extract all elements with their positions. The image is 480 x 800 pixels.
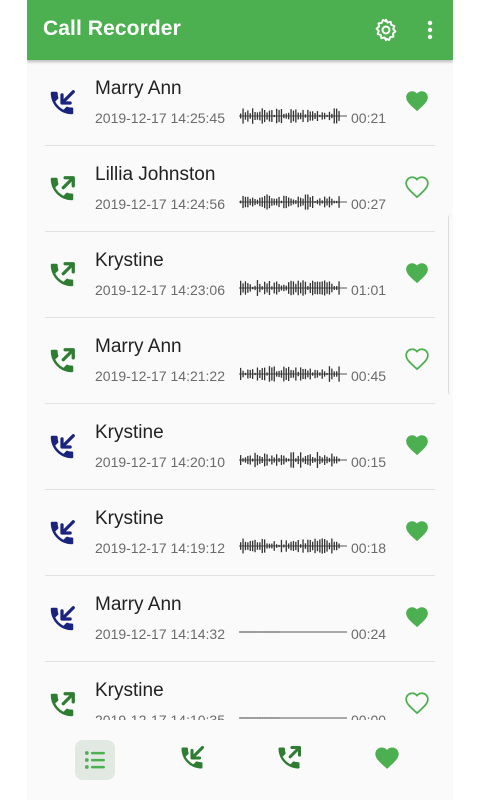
contact-name: Lillia Johnston: [95, 164, 216, 185]
contact-name: Krystine: [95, 250, 164, 271]
recordings-list: Marry Ann 2019-12-17 14:25:45 00:21 Lill…: [27, 60, 453, 720]
outgoing-call-icon: [275, 744, 303, 777]
recording-date: 2019-12-17 14:10:35: [95, 712, 225, 720]
recording-duration: 00:00: [351, 712, 387, 720]
contact-name: Krystine: [95, 680, 164, 701]
app-bar: Call Recorder: [27, 0, 453, 60]
recording-row[interactable]: Krystine 2019-12-17 14:10:35 00:00: [27, 662, 453, 720]
outgoing-call-icon: [47, 690, 77, 720]
tab-favorites[interactable]: [367, 740, 407, 780]
incoming-call-icon: [47, 518, 77, 548]
waveform: [239, 452, 347, 468]
contact-name: Marry Ann: [95, 594, 182, 615]
recording-duration: 01:01: [351, 282, 387, 298]
recording-date: 2019-12-17 14:24:56: [95, 196, 225, 212]
recording-date: 2019-12-17 14:25:45: [95, 110, 225, 126]
recording-row[interactable]: Marry Ann 2019-12-17 14:25:45 00:21: [27, 60, 453, 146]
recording-row[interactable]: Krystine 2019-12-17 14:19:12 00:18: [27, 490, 453, 576]
heart-icon[interactable]: [403, 432, 431, 458]
heart-icon[interactable]: [403, 88, 431, 114]
recording-date: 2019-12-17 14:14:32: [95, 626, 225, 642]
heart-icon[interactable]: [403, 690, 431, 716]
contact-name: Krystine: [95, 508, 164, 529]
recording-date: 2019-12-17 14:19:12: [95, 540, 225, 556]
recording-row[interactable]: Lillia Johnston 2019-12-17 14:24:56 00:2…: [27, 146, 453, 232]
contact-name: Marry Ann: [95, 336, 182, 357]
recording-row[interactable]: Krystine 2019-12-17 14:20:10 00:15: [27, 404, 453, 490]
recording-duration: 00:27: [351, 196, 387, 212]
incoming-call-icon: [47, 604, 77, 634]
contact-name: Krystine: [95, 422, 164, 443]
recording-duration: 00:18: [351, 540, 387, 556]
outgoing-call-icon: [47, 174, 77, 204]
recording-duration: 00:45: [351, 368, 387, 384]
waveform: [239, 538, 347, 554]
waveform: [239, 366, 347, 382]
bottom-navigation: [27, 720, 453, 800]
waveform: [239, 194, 347, 210]
recording-date: 2019-12-17 14:23:06: [95, 282, 225, 298]
more-vert-icon[interactable]: [420, 16, 440, 44]
waveform: [239, 717, 347, 719]
recording-row[interactable]: Marry Ann 2019-12-17 14:14:32 00:24: [27, 576, 453, 662]
outgoing-call-icon: [47, 260, 77, 290]
list-icon: [84, 751, 105, 769]
waveform: [239, 280, 347, 296]
incoming-call-icon: [47, 88, 77, 118]
tab-outgoing[interactable]: [269, 740, 309, 780]
heart-icon[interactable]: [403, 604, 431, 630]
scroll-indicator[interactable]: [448, 215, 455, 395]
contact-name: Marry Ann: [95, 78, 182, 99]
heart-icon[interactable]: [403, 174, 431, 200]
waveform: [239, 631, 347, 633]
heart-icon[interactable]: [403, 260, 431, 286]
incoming-call-icon: [47, 432, 77, 462]
recording-duration: 00:21: [351, 110, 387, 126]
phone-screen: Call Recorder Marry Ann 2019-12-17 14:25…: [27, 0, 453, 800]
heart-icon[interactable]: [403, 518, 431, 544]
recording-date: 2019-12-17 14:20:10: [95, 454, 225, 470]
outgoing-call-icon: [47, 346, 77, 376]
heart-icon[interactable]: [403, 346, 431, 372]
recording-row[interactable]: Krystine 2019-12-17 14:23:06 01:01: [27, 232, 453, 318]
app-title: Call Recorder: [43, 17, 181, 40]
recording-row[interactable]: Marry Ann 2019-12-17 14:21:22 00:45: [27, 318, 453, 404]
recording-date: 2019-12-17 14:21:22: [95, 368, 225, 384]
incoming-call-icon: [178, 744, 206, 777]
tab-incoming[interactable]: [172, 740, 212, 780]
gear-icon[interactable]: [373, 17, 399, 43]
heart-icon: [373, 744, 401, 777]
recording-duration: 00:15: [351, 454, 387, 470]
waveform: [239, 108, 347, 124]
tab-all[interactable]: [75, 740, 115, 780]
recording-duration: 00:24: [351, 626, 387, 642]
